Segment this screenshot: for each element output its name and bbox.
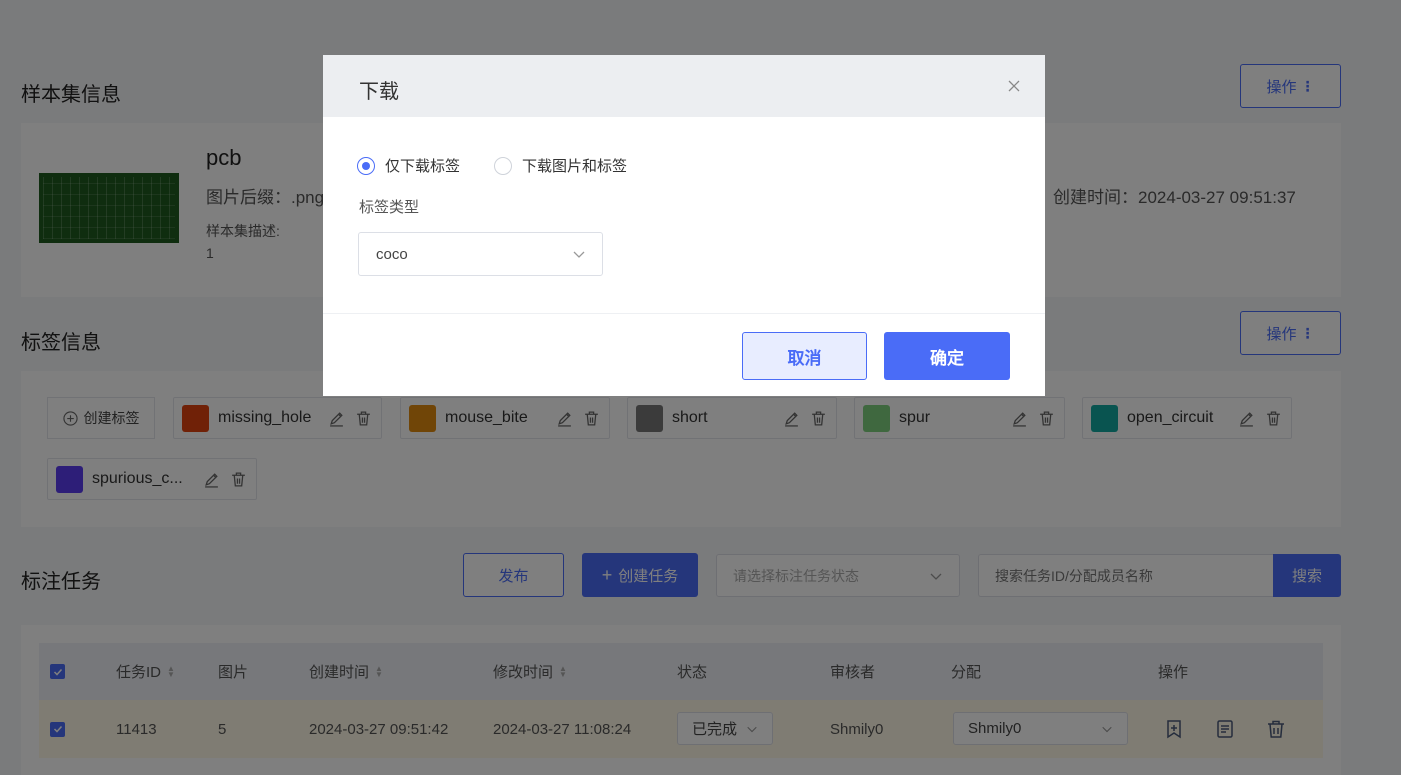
radio-images-and-labels[interactable]: 下载图片和标签	[494, 155, 627, 176]
modal-header: 下载	[323, 55, 1045, 117]
modal-title: 下载	[359, 81, 399, 103]
radio-dot-unchecked[interactable]	[494, 156, 512, 175]
download-modal: 下载 仅下载标签 下载图片和标签 标签类型 coco 取消 确定	[323, 55, 1045, 396]
label-type-select[interactable]: coco	[358, 232, 603, 276]
radio-labels-only[interactable]: 仅下载标签	[357, 155, 460, 176]
radio-dot-checked[interactable]	[357, 156, 375, 175]
label-type-value: coco	[376, 245, 408, 263]
confirm-button[interactable]: 确定	[884, 332, 1010, 380]
radio-labels-only-label: 仅下载标签	[385, 158, 461, 175]
label-type-label: 标签类型	[359, 199, 420, 216]
cancel-button[interactable]: 取消	[742, 332, 867, 380]
close-icon[interactable]	[1005, 77, 1023, 95]
chevron-down-icon	[573, 251, 585, 258]
radio-images-and-labels-label: 下载图片和标签	[522, 158, 628, 175]
modal-divider	[323, 313, 1045, 314]
